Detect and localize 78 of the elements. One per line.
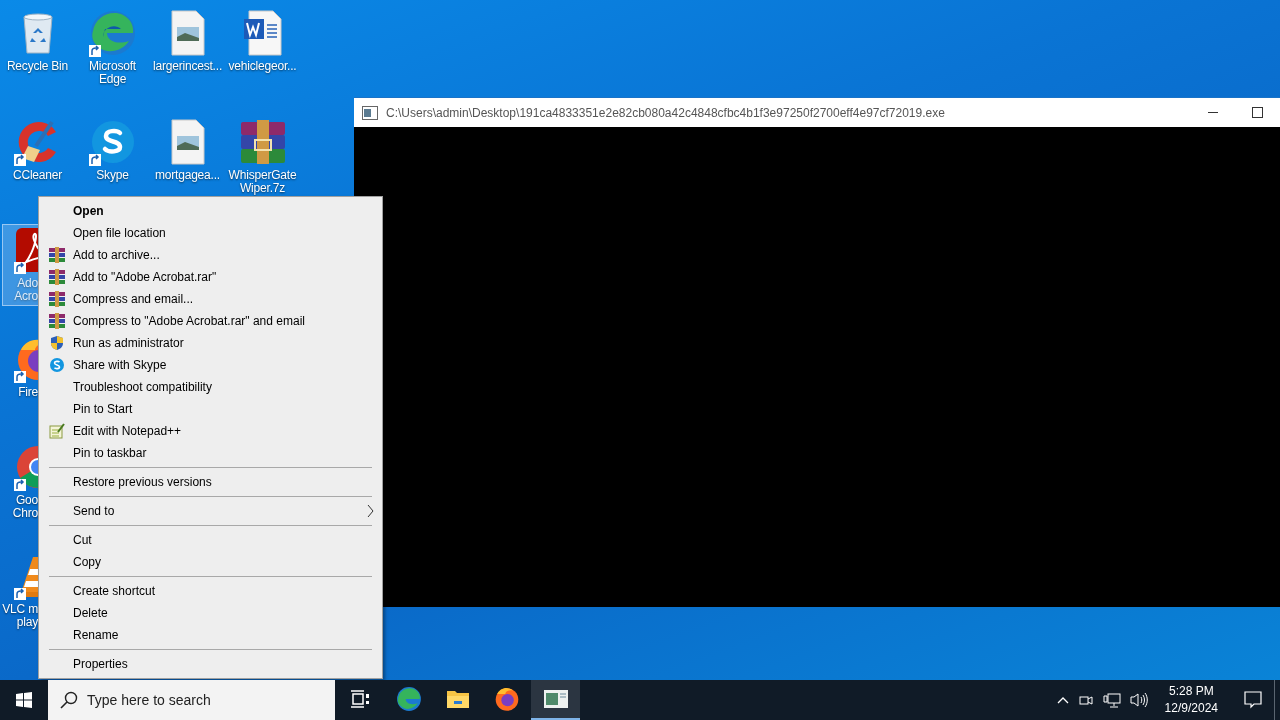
shortcut-arrow-icon (13, 587, 26, 600)
icon-label: Microsoft (89, 60, 136, 73)
volume-icon[interactable] (1129, 692, 1148, 708)
image-file-icon (169, 118, 206, 165)
icon-label: Chro (12, 507, 38, 520)
chevron-right-icon (367, 505, 374, 517)
archive-books-icon (49, 247, 65, 263)
shortcut-arrow-icon (13, 262, 26, 274)
chevron-up-icon[interactable] (1056, 696, 1069, 704)
notepad-icon (49, 423, 65, 439)
menu-item[interactable]: Pin to Start (39, 398, 382, 420)
menu-item[interactable]: Troubleshoot compatibility (39, 376, 382, 398)
icon-label: vehiclegeor... (228, 60, 297, 73)
task-view-icon[interactable] (349, 690, 370, 708)
shortcut-arrow-icon (13, 479, 26, 491)
shield-icon (49, 335, 65, 351)
menu-item[interactable]: Rename (39, 624, 382, 646)
edge-icon[interactable] (395, 686, 422, 712)
icon-label: Edge (98, 73, 127, 86)
word-file-icon (242, 10, 283, 56)
icon-label: mortgagea... (155, 168, 220, 182)
menu-item[interactable]: Create shortcut (39, 580, 382, 602)
icon-label: WhisperGate (228, 168, 297, 182)
folder-icon[interactable] (445, 689, 470, 709)
menu-item[interactable]: Copy (39, 551, 382, 573)
icon-label: Recycle Bin (6, 60, 69, 73)
menu-item[interactable]: Edit with Notepad++ (39, 420, 382, 442)
icon-label: play (16, 615, 38, 629)
menu-item[interactable]: Compress and email... (39, 288, 382, 310)
window-title: C:\Users\admin\Desktop\191ca4833351e2e82cb080a42c4848cfbc4b1f3e97250f2700eff4e97cf72019.exe (386, 105, 946, 120)
menu-item[interactable]: Add to archive... (39, 244, 382, 266)
shortcut-arrow-icon (13, 153, 26, 166)
console-icon (362, 105, 378, 120)
firefox-icon[interactable] (493, 686, 520, 712)
icon-label: Ado (17, 277, 38, 290)
clock-date: 12/9/2024 (1164, 700, 1218, 717)
icon-label: largerincest... (153, 60, 222, 73)
clock[interactable]: 5:28 PM 12/9/2024 (1156, 683, 1226, 717)
maximize-icon (1252, 107, 1263, 118)
search-icon (60, 691, 78, 709)
shortcut-arrow-icon (13, 370, 26, 383)
minimize-icon (1207, 111, 1218, 114)
skype-icon (49, 357, 65, 373)
icon-label: Wiper.7z (239, 181, 286, 195)
taskbar-app[interactable] (531, 680, 580, 720)
menu-item[interactable]: Cut (39, 529, 382, 551)
menu-item[interactable]: Properties (39, 653, 382, 675)
icon-label: CCleaner (12, 168, 63, 182)
console-icon[interactable] (543, 690, 568, 708)
menu-item[interactable]: Compress to "Adobe Acrobat.rar" and email (39, 310, 382, 332)
shortcut-arrow-icon (88, 153, 101, 166)
icon-label: Acro (14, 290, 38, 303)
clock-time: 5:28 PM (1168, 683, 1214, 700)
archive-books-icon (49, 269, 65, 285)
edge-icon (88, 9, 137, 57)
menu-item[interactable]: Delete (39, 602, 382, 624)
network-icon[interactable] (1102, 692, 1121, 708)
archive-books-icon (238, 117, 287, 166)
skype-icon (89, 118, 136, 165)
menu-item[interactable]: Pin to taskbar (39, 442, 382, 464)
menu-item[interactable]: Run as administrator (39, 332, 382, 354)
archive-books-icon (49, 313, 65, 329)
windows-logo-icon (16, 692, 32, 708)
menu-item[interactable]: Restore previous versions (39, 471, 382, 493)
speech-bubble-icon (1244, 691, 1262, 709)
image-file-icon (169, 10, 206, 56)
icon-label: VLC m (2, 602, 38, 616)
archive-books-icon (49, 291, 65, 307)
menu-item[interactable]: Open file location (39, 222, 382, 244)
shortcut-arrow-icon (88, 45, 101, 57)
search-field[interactable]: Type here to search (48, 680, 335, 720)
menu-item[interactable]: Share with Skype (39, 354, 382, 376)
menu-item[interactable]: Open (39, 200, 382, 222)
menu-item[interactable]: Send to (39, 500, 382, 522)
icon-label: Goo (15, 494, 38, 507)
icon-label: Skype (96, 168, 129, 182)
icon-label: Fire (18, 385, 38, 399)
menu-item[interactable]: Add to "Adobe Acrobat.rar" (39, 266, 382, 288)
